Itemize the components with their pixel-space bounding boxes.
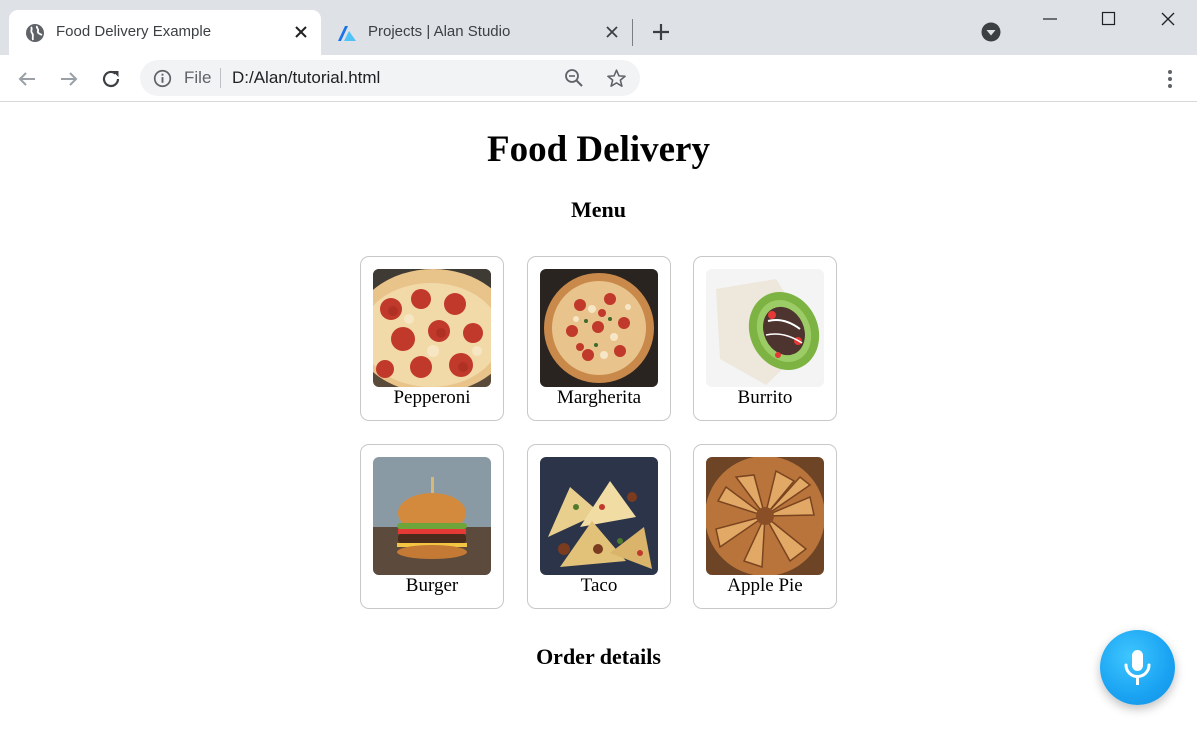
back-arrow-icon[interactable] [15,67,39,91]
menu-item-name: Burger [405,575,459,596]
reload-icon[interactable] [99,67,123,91]
url-scheme-label: File [184,68,212,87]
apple-pie-image [706,457,824,575]
more-options-icon[interactable] [1158,67,1182,91]
menu-heading: Menu [571,197,626,222]
web-page: Food Delivery Menu Pepperoni Margherita … [0,103,1197,751]
tab-alan-studio[interactable]: Projects | Alan Studio [322,10,632,55]
microphone-icon [1124,650,1151,685]
menu-item-name: Margherita [556,387,642,408]
menu-item-name: Apple Pie [727,575,803,596]
tab-separator [632,19,633,46]
address-divider [220,68,221,88]
menu-card-apple-pie[interactable]: Apple Pie [693,444,837,609]
menu-card-pepperoni[interactable]: Pepperoni [360,256,504,421]
menu-card-margherita[interactable]: Margherita [527,256,671,421]
forward-arrow-icon[interactable] [57,67,81,91]
page-title: Food Delivery [487,129,710,170]
minimize-window-icon[interactable] [1020,0,1080,38]
tab-title: Projects | Alan Studio [368,23,511,40]
close-tab-icon[interactable] [604,24,620,40]
new-tab-plus-icon[interactable] [650,21,672,43]
browser-toolbar: File D:/Alan/tutorial.html [0,55,1197,102]
browser-tabstrip: Food Delivery Example Projects | Alan St… [0,0,1197,55]
menu-card-taco[interactable]: Taco [527,444,671,609]
alan-logo-icon [338,26,356,41]
tab-title: Food Delivery Example [56,23,212,40]
margherita-pizza-image [540,269,658,387]
globe-icon [26,24,44,42]
zoom-icon[interactable] [564,68,584,88]
address-bar[interactable]: File D:/Alan/tutorial.html [140,60,640,96]
menu-item-name: Burrito [737,387,793,408]
url-text[interactable]: D:/Alan/tutorial.html [232,68,380,88]
menu-item-name: Pepperoni [393,387,471,408]
pepperoni-pizza-image [373,269,491,387]
bookmark-star-icon[interactable] [606,68,627,89]
close-window-icon[interactable] [1138,0,1197,38]
menu-card-burrito[interactable]: Burrito [693,256,837,421]
menu-card-burger[interactable]: Burger [360,444,504,609]
maximize-window-icon[interactable] [1079,0,1139,38]
menu-item-name: Taco [580,575,618,596]
tab-search-dropdown-icon[interactable] [980,21,1002,43]
burrito-image [706,269,824,387]
close-tab-icon[interactable] [293,24,309,40]
site-info-icon[interactable] [153,69,172,88]
tab-food-delivery[interactable]: Food Delivery Example [9,10,321,55]
burger-image [373,457,491,575]
taco-nachos-image [540,457,658,575]
voice-assistant-button[interactable] [1100,630,1175,705]
order-details-heading: Order details [536,644,661,669]
